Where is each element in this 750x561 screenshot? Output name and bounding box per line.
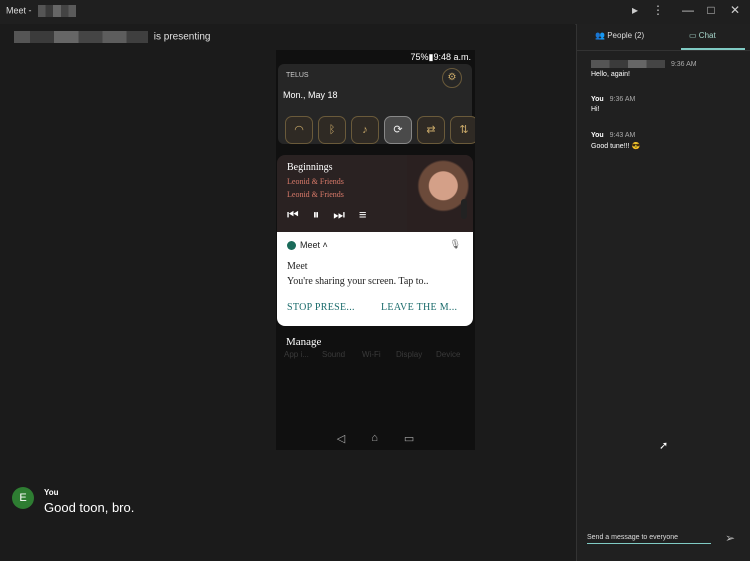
- people-icon: 👥: [595, 31, 605, 40]
- meet-app-icon: [287, 241, 296, 251]
- active-tab-indicator: [681, 48, 745, 50]
- quick-toggles: ◠ ᛒ ♪ ⟳ ⇄ ⇅: [285, 116, 475, 144]
- sync-icon: ⇄: [417, 116, 445, 144]
- next-track-icon: ⏭: [333, 207, 345, 222]
- minimize-button[interactable]: —: [679, 3, 697, 17]
- notification-title: Meet: [287, 261, 308, 272]
- chat-message: 9:36 AM Hello, again!: [591, 60, 697, 78]
- album-art-microphone: [461, 199, 467, 219]
- message-sender: You: [591, 132, 604, 139]
- self-message: Good toon, bro.: [44, 500, 135, 515]
- carrier-label: TELUS: [286, 72, 309, 79]
- redacted-meeting-name: [38, 5, 77, 17]
- shared-phone-screen: 75%▮9:48 a.m. TELUS ⚙ Mon., May 18 ◠ ᛒ ♪…: [276, 50, 475, 450]
- title-bar: Meet - ▸ ⋮ — □ ✕: [0, 0, 750, 25]
- playback-controls: ⏮ ⏸ ⏭ ≡: [287, 207, 367, 223]
- bluetooth-icon: ᛒ: [318, 116, 346, 144]
- notification-app-header: Meet ˄: [287, 240, 328, 251]
- message-text: Hi!: [591, 106, 600, 113]
- window-title: Meet -: [6, 5, 77, 17]
- message-time: 9:36 AM: [609, 96, 636, 103]
- tab-chat-label: Chat: [698, 31, 716, 40]
- message-time: 9:36 AM: [670, 60, 697, 68]
- message-text: Good tune!!! 😎: [591, 143, 641, 150]
- faded-label-display: Display: [396, 350, 423, 359]
- gear-icon: ⚙: [442, 68, 462, 88]
- notification-app-name: Meet: [300, 240, 321, 250]
- recents-icon: ▭: [403, 433, 415, 445]
- data-icon: ⇅: [450, 116, 475, 144]
- microphone-icon: 🎙: [449, 239, 461, 249]
- window-title-text: Meet -: [6, 5, 32, 16]
- chat-icon: ▭: [689, 31, 697, 40]
- notification-body: You're sharing your screen. Tap to..: [287, 276, 429, 287]
- phone-date: Mon., May 18: [283, 90, 338, 100]
- presenter-label: is presenting: [14, 31, 210, 43]
- faded-label-sound: Sound: [322, 350, 346, 359]
- close-button[interactable]: ✕: [726, 3, 744, 17]
- previous-track-icon: ⏮: [287, 207, 299, 222]
- redacted-presenter-name: [14, 31, 148, 43]
- sound-icon: ♪: [351, 116, 379, 144]
- faded-label-wifi: Wi-Fi: [362, 350, 381, 359]
- maximize-button[interactable]: □: [702, 3, 720, 17]
- music-player-card: Beginnings Leonid & Friends Leonid & Fri…: [277, 155, 473, 232]
- mouse-cursor-icon: ➚: [659, 440, 669, 452]
- home-icon: ⌂: [371, 432, 378, 444]
- send-icon[interactable]: ➢: [725, 531, 735, 545]
- message-text: Hello, again!: [591, 71, 630, 78]
- self-name: You: [44, 488, 59, 497]
- pause-icon: ⏸: [312, 207, 320, 222]
- faded-label-app: App i...: [284, 350, 309, 359]
- tab-people-label: People (2): [607, 31, 645, 40]
- album-name: Leonid & Friends: [287, 190, 344, 199]
- tab-chat[interactable]: ▭ Chat: [689, 31, 716, 40]
- leave-meeting-action: LEAVE THE M...: [381, 302, 458, 313]
- presenting-text: is presenting: [153, 31, 211, 43]
- faded-label-device: Device: [436, 350, 461, 359]
- phone-status-bar: 75%▮9:48 a.m.: [410, 52, 472, 62]
- camera-icon[interactable]: ▸: [626, 3, 644, 17]
- message-time: 9:43 AM: [609, 132, 636, 139]
- quick-settings-panel: TELUS ⚙ Mon., May 18 ◠ ᛒ ♪ ⟳ ⇄ ⇅: [278, 64, 475, 144]
- wifi-icon: ◠: [285, 116, 313, 144]
- meet-notification: Meet ˄ 🎙 Meet You're sharing your screen…: [277, 232, 473, 326]
- side-panel: 👥 People (2) ▭ Chat 9:36 AM Hello, again…: [576, 24, 750, 561]
- manage-label: Manage: [286, 336, 322, 348]
- rotate-icon: ⟳: [384, 116, 412, 144]
- chat-message: You 9:36 AM Hi!: [591, 96, 635, 113]
- redacted-sender-name: [591, 60, 665, 68]
- tab-people[interactable]: 👥 People (2): [595, 31, 644, 40]
- stop-presenting-action: STOP PRESE...: [287, 302, 355, 313]
- side-tabs: 👥 People (2) ▭ Chat: [577, 24, 750, 51]
- back-icon: ◁: [336, 433, 346, 445]
- message-sender: You: [591, 96, 604, 103]
- presentation-stage: is presenting 75%▮9:48 a.m. TELUS ⚙ Mon.…: [0, 24, 575, 561]
- queue-icon: ≡: [358, 207, 367, 222]
- artist-name: Leonid & Friends: [287, 177, 344, 186]
- avatar: E: [12, 487, 34, 509]
- more-options-icon[interactable]: ⋮: [649, 3, 667, 17]
- phone-nav-bar: ◁ ⌂ ▭: [276, 432, 475, 445]
- chat-message: You 9:43 AM Good tune!!! 😎: [591, 132, 640, 150]
- album-art: [407, 155, 473, 232]
- message-input[interactable]: Send a message to everyone: [587, 534, 711, 544]
- song-title: Beginnings: [287, 162, 333, 173]
